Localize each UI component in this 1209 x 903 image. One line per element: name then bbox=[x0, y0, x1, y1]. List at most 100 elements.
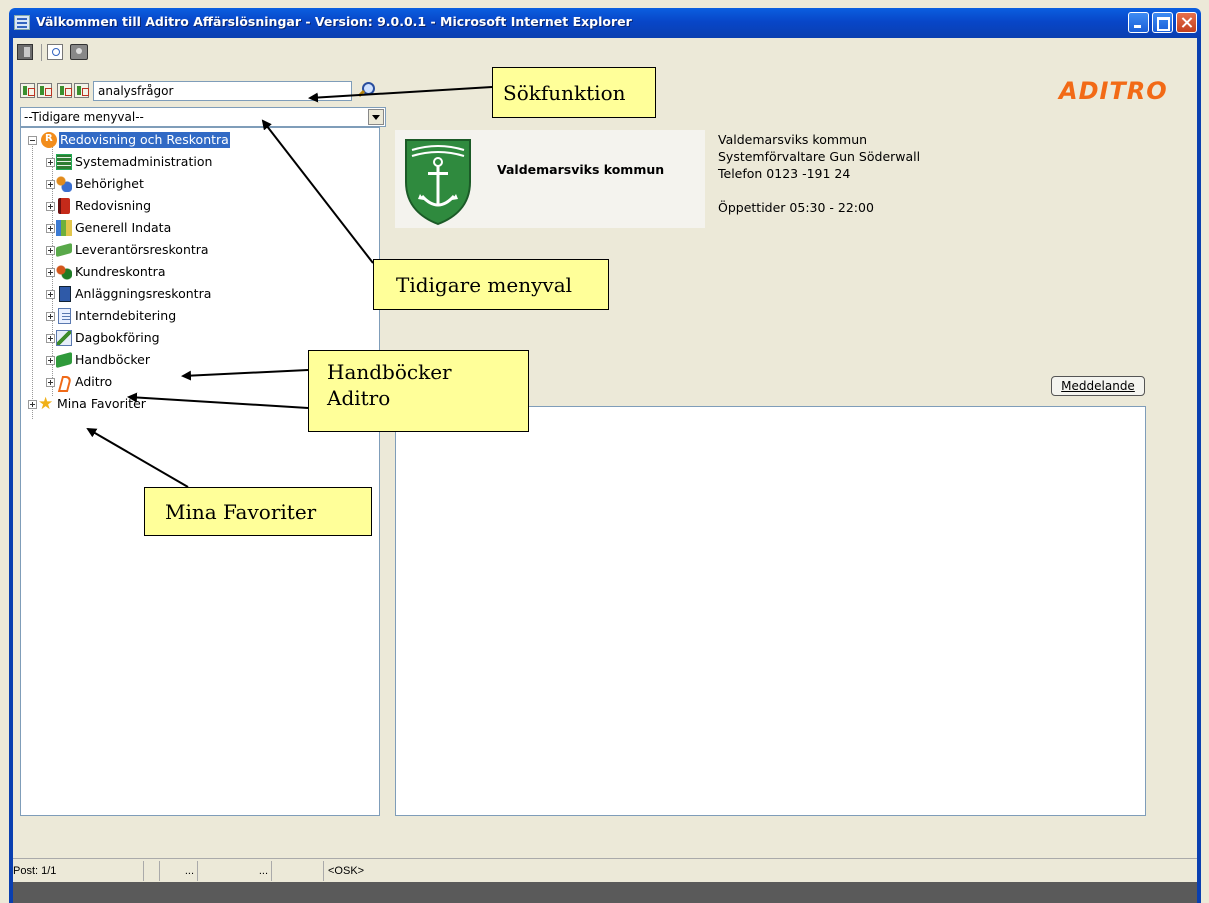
coat-of-arms-icon bbox=[405, 139, 471, 226]
handbook-icon bbox=[56, 351, 72, 369]
expand-icon[interactable] bbox=[46, 356, 55, 365]
expand-level-tree-icon[interactable] bbox=[57, 83, 72, 98]
expand-icon[interactable] bbox=[28, 400, 37, 409]
status-bar: Post: 1/1 ... ... <OSK> bbox=[13, 858, 1197, 882]
tree-label: Generell Indata bbox=[75, 220, 172, 235]
aditro-logo-icon bbox=[56, 374, 72, 390]
info-opening-hours: Öppettider 05:30 - 22:00 bbox=[718, 200, 874, 215]
collapse-all-tree-icon[interactable] bbox=[37, 83, 52, 98]
expand-icon[interactable] bbox=[46, 312, 55, 321]
window-frame-right bbox=[1197, 38, 1201, 903]
status-osk: <OSK> bbox=[328, 865, 365, 877]
search-magnifier-icon[interactable] bbox=[354, 80, 376, 102]
grid-icon bbox=[56, 154, 72, 170]
toolbar-separator bbox=[41, 44, 42, 61]
status-cell-empty bbox=[274, 861, 324, 881]
expand-icon[interactable] bbox=[46, 202, 55, 211]
info-phone: Telefon 0123 -191 24 bbox=[718, 166, 851, 181]
municipality-banner: Valdemarsviks kommun bbox=[395, 130, 705, 228]
tree-item-behorighet[interactable]: Behörighet bbox=[43, 175, 263, 193]
tree-item-dagbokforing[interactable]: Dagbokföring bbox=[43, 329, 263, 347]
document-icon bbox=[58, 308, 71, 324]
book-icon bbox=[58, 198, 70, 214]
app-toolbar bbox=[13, 38, 1197, 66]
reskontra-icon bbox=[41, 132, 57, 148]
maximize-button[interactable] bbox=[1152, 12, 1173, 33]
window-frame-left bbox=[9, 38, 13, 903]
tree-item-aditro[interactable]: Aditro bbox=[43, 373, 263, 391]
expand-icon[interactable] bbox=[46, 224, 55, 233]
tree-label: Behörighet bbox=[75, 176, 144, 191]
collapse-level-tree-icon[interactable] bbox=[74, 83, 89, 98]
tree-item-leverantorsreskontra[interactable]: Leverantörsreskontra bbox=[43, 241, 283, 259]
callout-handbooks-line1: Handböcker bbox=[327, 360, 452, 384]
tree-item-redovisning[interactable]: Redovisning bbox=[43, 197, 263, 215]
history-select-value: --Tidigare menyval-- bbox=[24, 110, 144, 124]
tree-label: Leverantörsreskontra bbox=[75, 242, 209, 257]
tree-label: Mina Favoriter bbox=[57, 396, 146, 411]
info-admin: Systemförvaltare Gun Söderwall bbox=[718, 149, 921, 164]
chevron-down-icon[interactable] bbox=[368, 109, 384, 125]
status-cell-empty bbox=[146, 861, 160, 881]
money-icon bbox=[56, 242, 72, 258]
tree-label: Dagbokföring bbox=[75, 330, 160, 345]
preview-icon[interactable] bbox=[47, 44, 63, 60]
collapse-icon[interactable] bbox=[28, 136, 37, 145]
tree-item-systemadministration[interactable]: Systemadministration bbox=[43, 153, 263, 171]
building-icon bbox=[59, 286, 71, 302]
status-cell-3: ... bbox=[162, 861, 198, 881]
message-area bbox=[395, 406, 1146, 816]
expand-icon[interactable] bbox=[46, 246, 55, 255]
tree-label: Kundreskontra bbox=[75, 264, 166, 279]
browser-app-icon bbox=[14, 15, 30, 30]
status-post-count: Post: 1/1 bbox=[13, 861, 144, 881]
callout-favorites: Mina Favoriter bbox=[144, 487, 372, 536]
expand-all-tree-icon[interactable] bbox=[20, 83, 35, 98]
camera-icon[interactable] bbox=[70, 44, 88, 60]
star-icon: ★ bbox=[38, 394, 54, 414]
municipality-name: Valdemarsviks kommun bbox=[497, 162, 665, 177]
minimize-button[interactable] bbox=[1128, 12, 1149, 33]
tree-label: Systemadministration bbox=[75, 154, 213, 169]
aditro-brand-logo: ADITRO bbox=[1059, 77, 1168, 105]
tree-connector bbox=[32, 144, 33, 419]
tree-label: Handböcker bbox=[75, 352, 150, 367]
window-bottom-edge bbox=[13, 882, 1197, 903]
tree-label-root: Redovisning och Reskontra bbox=[59, 132, 230, 148]
window-title-bar[interactable]: Välkommen till Aditro Affärslösningar - … bbox=[9, 8, 1201, 38]
callout-handbooks-line2: Aditro bbox=[327, 386, 391, 410]
tree-item-anlaggningsreskontra[interactable]: Anläggningsreskontra bbox=[43, 285, 283, 303]
status-cell-4: ... bbox=[200, 861, 272, 881]
message-button[interactable]: Meddelande bbox=[1051, 376, 1145, 396]
expand-icon[interactable] bbox=[46, 290, 55, 299]
expand-icon[interactable] bbox=[46, 158, 55, 167]
tree-label: Aditro bbox=[75, 374, 113, 389]
tree-item-handbocker[interactable]: Handböcker bbox=[43, 351, 263, 369]
exit-icon[interactable] bbox=[17, 44, 33, 60]
tree-label: Anläggningsreskontra bbox=[75, 286, 212, 301]
tree-item-generell-indata[interactable]: Generell Indata bbox=[43, 219, 263, 237]
callout-search: Sökfunktion bbox=[492, 67, 656, 118]
customers-icon bbox=[56, 264, 72, 280]
callout-history: Tidigare menyval bbox=[373, 259, 609, 310]
tree-label: Redovisning bbox=[75, 198, 152, 213]
history-select[interactable]: --Tidigare menyval-- bbox=[20, 107, 386, 127]
menu-tree: Redovisning och Reskontra Systemadminist… bbox=[20, 127, 380, 816]
map-icon bbox=[56, 220, 72, 236]
search-input[interactable] bbox=[93, 81, 352, 101]
tree-node-root[interactable]: Redovisning och Reskontra bbox=[23, 131, 263, 149]
window-title: Välkommen till Aditro Affärslösningar - … bbox=[36, 14, 632, 29]
expand-icon[interactable] bbox=[46, 378, 55, 387]
users-icon bbox=[56, 176, 72, 192]
navigation-panel: --Tidigare menyval-- Redovisning och Res… bbox=[18, 80, 386, 816]
expand-icon[interactable] bbox=[46, 334, 55, 343]
close-button[interactable] bbox=[1176, 12, 1197, 33]
tree-item-interndebitering[interactable]: Interndebitering bbox=[43, 307, 263, 325]
tree-item-mina-favoriter[interactable]: ★ Mina Favoriter bbox=[23, 395, 243, 413]
info-municipality: Valdemarsviks kommun bbox=[718, 132, 868, 147]
journal-icon bbox=[56, 330, 72, 346]
expand-icon[interactable] bbox=[46, 180, 55, 189]
tree-item-kundreskontra[interactable]: Kundreskontra bbox=[43, 263, 263, 281]
expand-icon[interactable] bbox=[46, 268, 55, 277]
tree-label: Interndebitering bbox=[75, 308, 177, 323]
